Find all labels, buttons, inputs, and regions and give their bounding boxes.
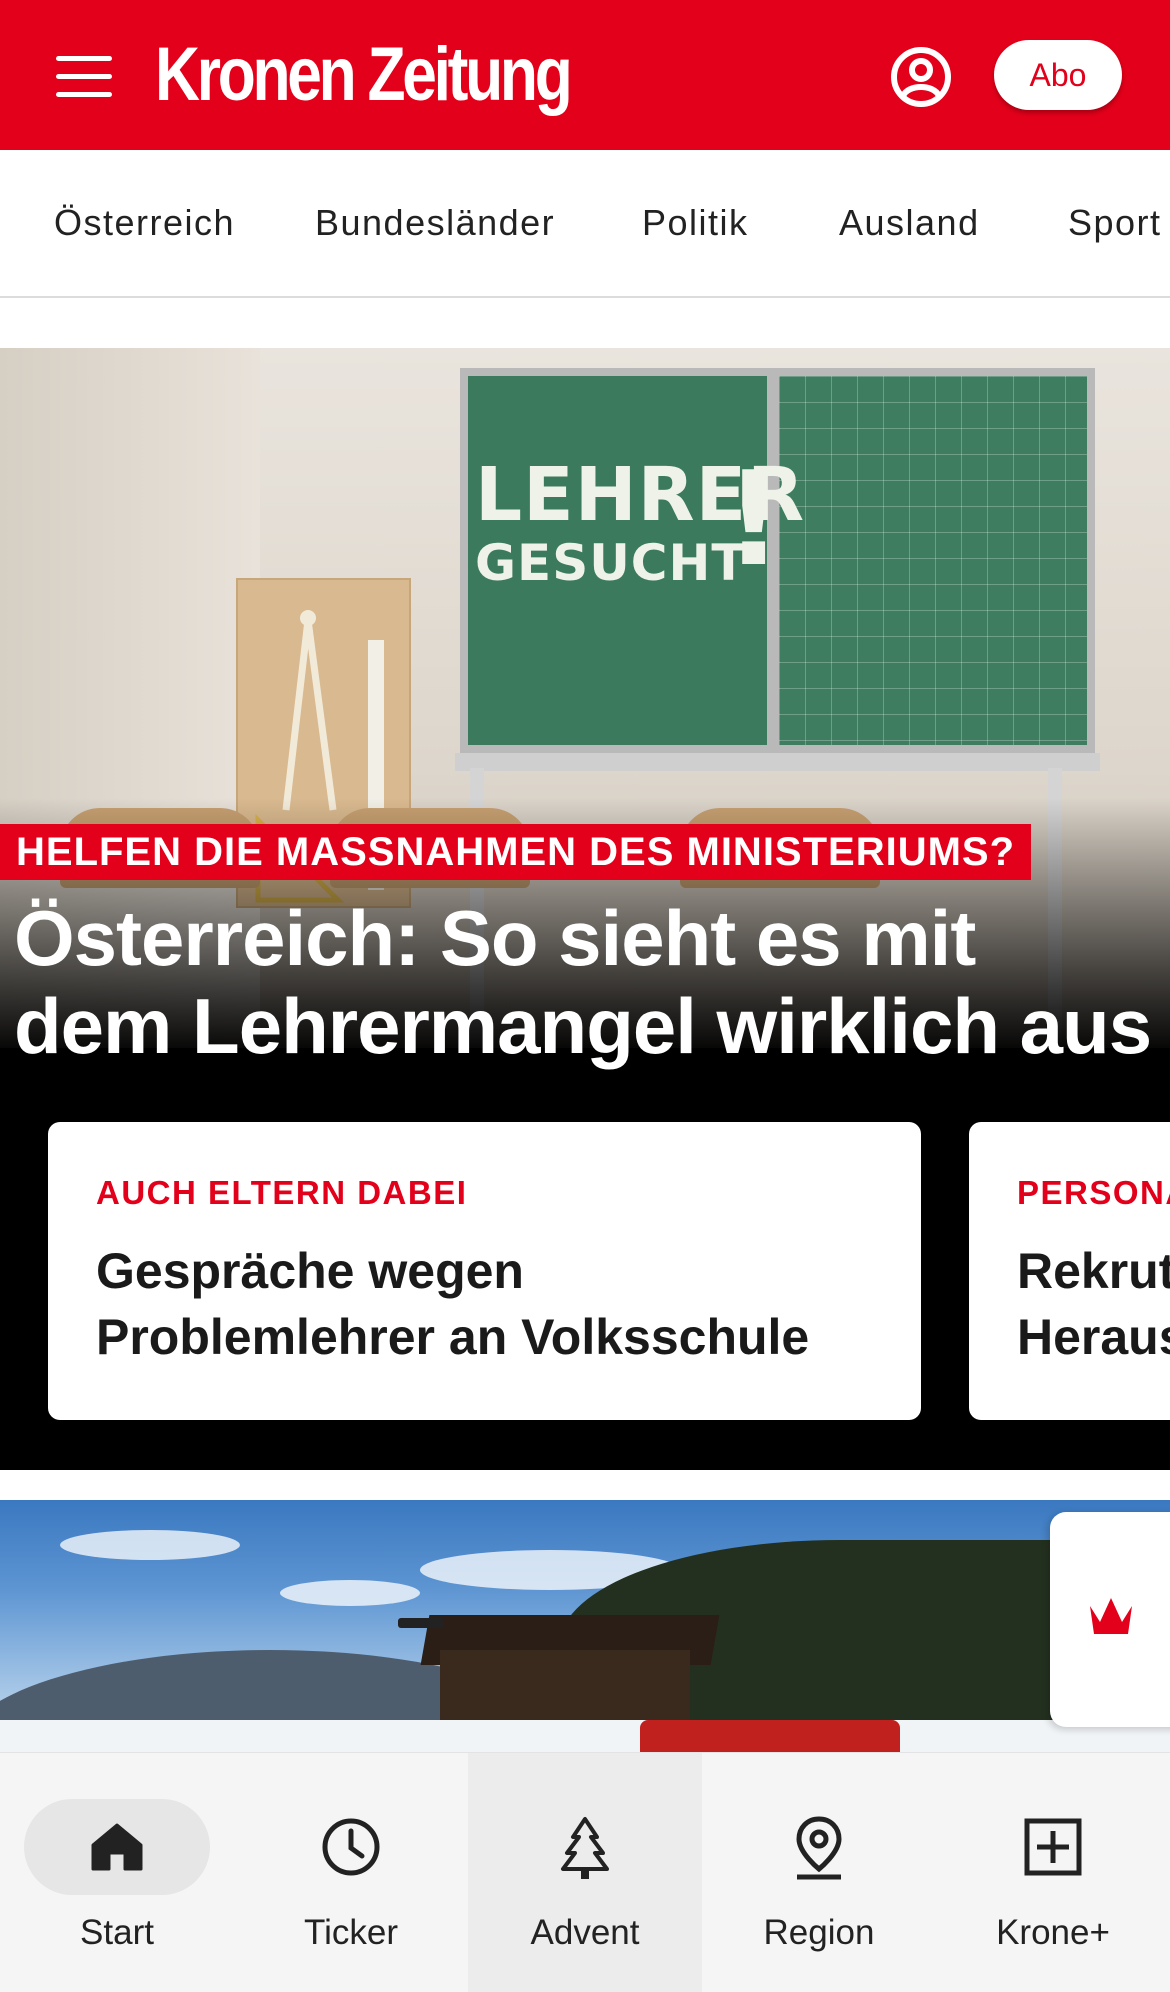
category-nav: Österreich Bundesländer Politik Ausland … xyxy=(0,150,1170,298)
nav-item-sport[interactable]: Sport xyxy=(1068,202,1162,244)
related-article-card[interactable]: AUCH ELTERN DABEI Gespräche wegen Proble… xyxy=(48,1122,921,1420)
related-article-card[interactable]: PERSONA Rekrut Heraus xyxy=(969,1122,1170,1420)
hero-headline-line-1: Österreich: So sieht es mit xyxy=(14,894,976,982)
logo[interactable]: Kronen Zeitung xyxy=(155,30,573,120)
hamburger-menu-icon[interactable] xyxy=(56,56,112,97)
article-teaser-image[interactable] xyxy=(0,1500,1170,1752)
hero-headline-line-2: dem Lehrermangel wirklich aus xyxy=(14,982,1152,1070)
krone-crown-icon xyxy=(1090,1598,1132,1634)
chalk-exclamation: ! xyxy=(724,443,784,595)
bottom-nav-label: Krone+ xyxy=(996,1913,1110,1952)
bottom-nav-label: Advent xyxy=(530,1913,640,1952)
tree-icon xyxy=(561,1817,609,1879)
related-title-line-1: Rekrut xyxy=(1017,1243,1170,1299)
related-title-line-2: Problemlehrer an Volksschule xyxy=(96,1309,810,1365)
abo-button[interactable]: Abo xyxy=(994,40,1122,110)
user-circle-icon[interactable] xyxy=(890,46,952,108)
nav-item-politik[interactable]: Politik xyxy=(642,202,749,244)
top-header: Kronen Zeitung Abo xyxy=(0,0,1170,150)
location-pin-icon xyxy=(796,1816,842,1880)
plus-square-icon xyxy=(1024,1818,1082,1876)
bottom-nav-label: Region xyxy=(763,1913,875,1952)
hero-headline[interactable]: Österreich: So sieht es mit dem Lehrerma… xyxy=(14,894,1170,1070)
bottom-navigation: Start Ticker Advent Region Krone+ xyxy=(0,1752,1170,1992)
related-title-line-1: Gespräche wegen xyxy=(96,1243,524,1299)
related-title-line-2: Heraus xyxy=(1017,1309,1170,1365)
related-article-title: Gespräche wegen Problemlehrer an Volkssc… xyxy=(96,1238,873,1370)
bottom-nav-kroneplus[interactable]: Krone+ xyxy=(936,1753,1170,1992)
related-article-kicker: PERSONA xyxy=(1017,1174,1170,1211)
hero-article[interactable]: LEHRER GESUCHT ! HELFEN DIE MASSNAHMEN D… xyxy=(0,348,1170,1470)
drone xyxy=(398,1618,444,1628)
nav-item-bundeslaender[interactable]: Bundesländer xyxy=(315,202,555,244)
bottom-nav-label: Ticker xyxy=(304,1913,398,1952)
nav-item-oesterreich[interactable]: Österreich xyxy=(54,202,235,244)
hero-kicker: HELFEN DIE MASSNAHMEN DES MINISTERIUMS? xyxy=(0,824,1032,880)
bottom-nav-ticker[interactable]: Ticker xyxy=(234,1753,468,1992)
home-icon xyxy=(91,1823,143,1871)
bottom-nav-region[interactable]: Region xyxy=(702,1753,936,1992)
grid-board xyxy=(775,368,1095,753)
related-article-title: Rekrut Heraus xyxy=(1017,1238,1170,1370)
krone-floating-tab[interactable] xyxy=(1050,1512,1170,1727)
bottom-nav-start[interactable]: Start xyxy=(0,1753,234,1992)
nav-item-ausland[interactable]: Ausland xyxy=(839,202,980,244)
bottom-nav-label: Start xyxy=(80,1913,154,1952)
clock-icon xyxy=(322,1818,380,1876)
related-article-kicker: AUCH ELTERN DABEI xyxy=(96,1174,468,1211)
bottom-nav-advent[interactable]: Advent xyxy=(468,1753,702,1992)
